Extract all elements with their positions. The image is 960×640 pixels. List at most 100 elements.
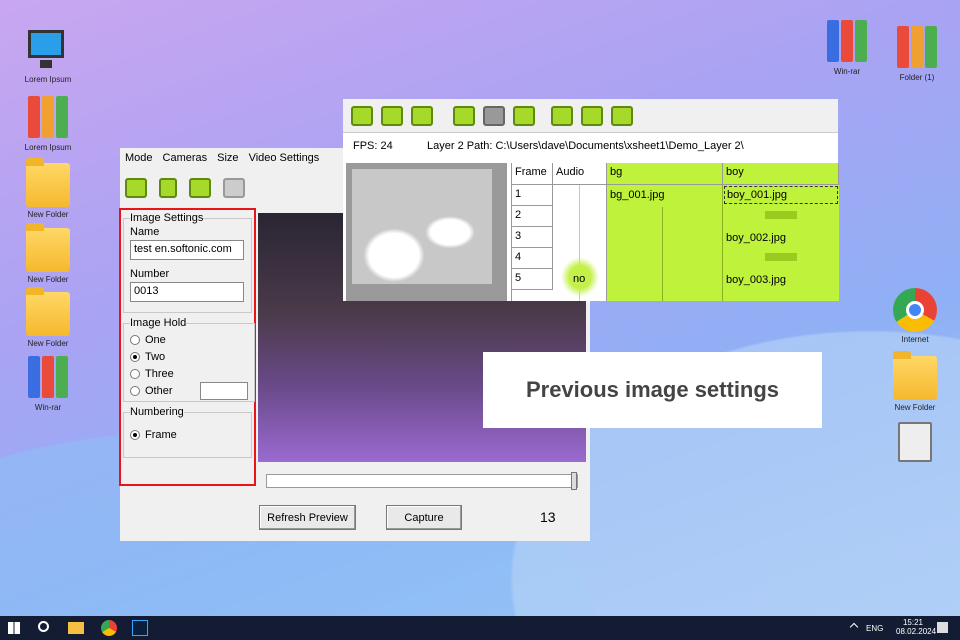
number-label: Number	[130, 268, 170, 280]
desktop-icon-binders[interactable]: Folder (1)	[882, 26, 952, 82]
audio-track: no	[553, 185, 607, 301]
group-title: Numbering	[130, 406, 184, 418]
frame-tool-icon[interactable]	[125, 178, 147, 198]
bg-cell[interactable]: bg_001.jpg	[610, 189, 664, 201]
audio-label: no	[573, 273, 586, 285]
desktop-icon-computer[interactable]: Lorem Ipsum	[13, 28, 83, 84]
photoshop-icon[interactable]	[132, 620, 148, 636]
icon-label: Win-rar	[833, 67, 861, 76]
monitor-icon[interactable]	[581, 106, 603, 126]
xsheet-toolbar	[343, 99, 838, 133]
image-settings-group: Image Settings Name test en.softonic.com…	[123, 212, 252, 313]
thumbnail-frame	[346, 163, 507, 301]
boy-cell[interactable]: boy_002.jpg	[726, 232, 786, 244]
frame-number: 2	[512, 206, 553, 227]
folder-icon	[26, 287, 70, 336]
radio-two[interactable]: Two	[130, 348, 248, 365]
header-boy[interactable]: boy	[723, 163, 839, 185]
boy-column: boy_001.jpg boy_002.jpg boy_003.jpg	[723, 185, 839, 301]
computer-icon	[26, 28, 70, 72]
capture-button[interactable]: Capture	[386, 505, 462, 530]
slider-thumb[interactable]	[571, 472, 577, 490]
binders-icon	[895, 26, 939, 70]
frame-slider[interactable]	[266, 472, 578, 490]
search-icon[interactable]	[38, 621, 49, 632]
desktop-icon-winrar[interactable]: Win-rar	[13, 356, 83, 412]
binders-icon	[26, 96, 70, 140]
icon-label: Internet	[901, 335, 929, 344]
tray-chevron-icon[interactable]	[849, 622, 859, 632]
desktop-icon-folder[interactable]: New Folder	[13, 287, 83, 348]
desktop-icon-binders[interactable]: Lorem Ipsum	[13, 96, 83, 152]
number-input[interactable]: 0013	[130, 282, 244, 302]
header-audio: Audio	[553, 163, 607, 185]
frame-number: 3	[512, 227, 553, 248]
radio-one[interactable]: One	[130, 331, 248, 348]
name-label: Name	[130, 226, 160, 238]
winrar-icon	[825, 20, 869, 64]
figure-tool-icon[interactable]	[159, 178, 177, 198]
ten-icon[interactable]	[513, 106, 535, 126]
radio-label: One	[145, 333, 166, 346]
redo-icon[interactable]	[483, 106, 505, 126]
xsheet-window: FPS: 24 Layer 2 Path: C:\Users\dave\Docu…	[343, 99, 839, 301]
menu-size[interactable]: Size	[217, 152, 238, 164]
taskbar: ENG 15:21 08.02.2024	[0, 616, 960, 640]
name-input[interactable]: test en.softonic.com	[130, 240, 244, 260]
radio-frame[interactable]: Frame	[130, 426, 245, 443]
desktop-icon-internet[interactable]: Internet	[880, 288, 950, 344]
film-icon[interactable]	[611, 106, 633, 126]
xsheet-grid: Frame Audio bg boy 1 2 3 4 5 no bg_001.j…	[511, 163, 839, 301]
desktop-icon-folder[interactable]: New Folder	[880, 351, 950, 412]
folder-icon	[26, 158, 70, 207]
header-frame: Frame	[512, 163, 553, 185]
new-icon[interactable]	[351, 106, 373, 126]
toolbar	[125, 178, 257, 198]
recycle-bin[interactable]	[880, 422, 950, 465]
icon-label: Win-rar	[34, 403, 62, 412]
desktop-icon-winrar[interactable]: Win-rar	[812, 20, 882, 76]
header-bg[interactable]: bg	[607, 163, 723, 185]
notification-icon[interactable]	[937, 622, 948, 633]
frame-counter: 13	[540, 509, 556, 525]
numbering-group: Numbering Frame	[123, 406, 252, 458]
frame-number: 1	[512, 185, 553, 206]
bg-column: bg_001.jpg	[607, 185, 723, 301]
folder-icon	[893, 351, 937, 400]
radio-label: Two	[145, 350, 166, 363]
chrome-icon	[893, 288, 937, 332]
back-tool-icon[interactable]	[223, 178, 245, 198]
image-hold-group: Image Hold One Two Three Other	[123, 317, 255, 402]
hold-marker	[765, 253, 797, 261]
save-icon[interactable]	[411, 106, 433, 126]
menu-cameras[interactable]: Cameras	[163, 152, 208, 164]
image-settings-panel: Image Settings Name test en.softonic.com…	[119, 208, 256, 486]
menu-mode[interactable]: Mode	[125, 152, 153, 164]
menu-video-settings[interactable]: Video Settings	[249, 152, 320, 164]
chrome-taskbar-icon[interactable]	[101, 620, 117, 636]
boy-cell-selected[interactable]: boy_001.jpg	[724, 186, 838, 204]
winrar-icon	[26, 356, 70, 400]
radio-three[interactable]: Three	[130, 365, 248, 382]
thumbnail-image	[352, 169, 492, 284]
file-explorer-icon[interactable]	[68, 622, 84, 634]
language-indicator[interactable]: ENG	[866, 624, 883, 633]
undo-icon[interactable]	[453, 106, 475, 126]
icon-label: New Folder	[894, 403, 936, 412]
figure-frame-tool-icon[interactable]	[189, 178, 211, 198]
clock[interactable]: 15:21 08.02.2024	[896, 618, 936, 636]
icon-label: Lorem Ipsum	[24, 75, 72, 84]
refresh-preview-button[interactable]: Refresh Preview	[259, 505, 356, 530]
desktop-icon-folder[interactable]: New Folder	[13, 158, 83, 219]
desktop-icon-folder[interactable]: New Folder	[13, 223, 83, 284]
windows-start-icon[interactable]	[8, 622, 20, 634]
camera-icon[interactable]	[551, 106, 573, 126]
boy-cell[interactable]: boy_003.jpg	[726, 274, 786, 286]
other-input[interactable]	[199, 381, 248, 400]
radio-other[interactable]: Other	[130, 381, 248, 400]
refresh-icon[interactable]	[381, 106, 403, 126]
icon-label: New Folder	[27, 275, 69, 284]
folder-icon	[26, 223, 70, 272]
radio-label: Other	[145, 384, 173, 397]
icon-label: New Folder	[27, 339, 69, 348]
